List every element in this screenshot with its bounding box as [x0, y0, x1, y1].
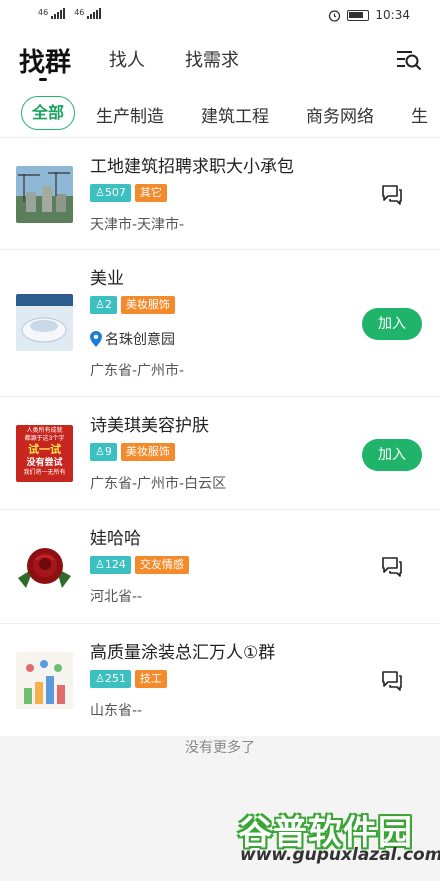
thumb-text-line: 试一试: [28, 443, 61, 456]
signal-label-1: 46: [38, 8, 49, 17]
category-business-network[interactable]: 商务网络: [306, 102, 374, 127]
category-tag: 美妆服饰: [120, 443, 175, 461]
group-title: 工地建筑招聘求职大小承包: [90, 157, 294, 177]
category-partial[interactable]: 生: [411, 102, 428, 127]
alarm-icon: [329, 9, 341, 22]
list-item[interactable]: 人类所有成就 都源于这3个字 试一试 没有尝试 我们将一无所有 诗美琪美容护肤 …: [0, 397, 440, 510]
member-count-badge: ♙507: [90, 184, 131, 202]
thumb-text-line: 我们将一无所有: [23, 469, 66, 476]
thumb-text-line: 人类所有成就: [26, 427, 63, 434]
member-count: 124: [104, 558, 126, 571]
category-manufacturing[interactable]: 生产制造: [96, 102, 164, 127]
member-count: 251: [104, 672, 126, 685]
chat-icon[interactable]: [380, 183, 404, 205]
list-item[interactable]: 高质量涂装总汇万人①群 ♙251 技工 山东省--: [0, 624, 440, 736]
group-tags: ♙507 其它: [90, 184, 167, 202]
member-count-badge: ♙251: [90, 670, 131, 688]
category-bar: 全部 生产制造 建筑工程 商务网络 生: [0, 88, 440, 138]
chat-icon[interactable]: [380, 555, 404, 577]
member-count: 2: [104, 298, 112, 311]
thumb-text-line: 都源于这3个字: [24, 435, 65, 442]
tab-find-group[interactable]: 找群: [19, 42, 71, 79]
top-nav: 找群 找人 找需求: [0, 32, 440, 88]
group-thumbnail: [16, 538, 73, 595]
group-thumbnail: 人类所有成就 都源于这3个字 试一试 没有尝试 我们将一无所有: [16, 425, 73, 482]
filter-search-icon[interactable]: [396, 48, 422, 72]
group-tags: ♙251 技工: [90, 670, 167, 688]
group-location: 名珠创意园: [90, 329, 175, 349]
category-tag: 美妆服饰: [120, 296, 175, 314]
category-tag: 技工: [134, 670, 167, 688]
signal-bars-icon: [51, 8, 66, 19]
status-bar: 46 46 10:34: [0, 0, 440, 32]
chat-icon[interactable]: [380, 669, 404, 691]
member-count-badge: ♙2: [90, 296, 117, 314]
join-button[interactable]: 加入: [362, 308, 422, 340]
status-right: 10:34: [328, 8, 410, 22]
group-tags: ♙124 交友情感: [90, 556, 189, 574]
battery-icon: [347, 9, 370, 21]
group-region: 河北省--: [90, 589, 143, 605]
group-region: 广东省-广州市-: [90, 363, 185, 379]
group-tags: ♙2 美妆服饰: [90, 296, 175, 314]
member-count: 9: [104, 445, 112, 458]
category-all[interactable]: 全部: [21, 96, 75, 130]
group-title: 高质量涂装总汇万人①群: [90, 643, 276, 663]
group-title: 美业: [90, 269, 124, 289]
clock: 10:34: [375, 8, 410, 22]
list-item[interactable]: 工地建筑招聘求职大小承包 ♙507 其它 天津市-天津市-: [0, 138, 440, 250]
tab-find-people[interactable]: 找人: [109, 46, 145, 72]
signal-label-2: 46: [74, 8, 85, 17]
group-thumbnail: [16, 294, 73, 351]
member-count: 507: [104, 186, 126, 199]
group-title: 娃哈哈: [90, 529, 141, 549]
location-pin-icon: [90, 331, 102, 347]
list-item[interactable]: 美业 ♙2 美妆服饰 名珠创意园 广东省-广州市- 加入: [0, 250, 440, 397]
group-region: 广东省-广州市-白云区: [90, 476, 227, 492]
member-count-badge: ♙9: [90, 443, 117, 461]
end-of-list-text: 没有更多了: [185, 740, 255, 756]
group-region: 山东省--: [90, 703, 143, 719]
signal-indicators: 46 46: [38, 8, 102, 19]
thumb-text-line: 没有尝试: [26, 458, 63, 468]
signal-bars-icon-2: [87, 8, 102, 19]
watermark-url: www.gupuxlazal.com: [240, 845, 440, 865]
watermark-logo: 谷普软件园 www.gupuxlazal.com: [238, 805, 440, 867]
tab-find-demand[interactable]: 找需求: [185, 46, 239, 72]
group-title: 诗美琪美容护肤: [90, 416, 209, 436]
group-thumbnail: [16, 166, 73, 223]
active-tab-indicator: [39, 78, 47, 81]
location-name: 名珠创意园: [105, 332, 175, 348]
group-thumbnail: [16, 652, 73, 709]
category-construction[interactable]: 建筑工程: [201, 102, 269, 127]
group-region: 天津市-天津市-: [90, 217, 185, 233]
group-tags: ♙9 美妆服饰: [90, 443, 175, 461]
category-tag: 其它: [134, 184, 167, 202]
member-count-badge: ♙124: [90, 556, 131, 574]
join-button[interactable]: 加入: [362, 439, 422, 471]
list-item[interactable]: 娃哈哈 ♙124 交友情感 河北省--: [0, 510, 440, 624]
category-tag: 交友情感: [134, 556, 189, 574]
